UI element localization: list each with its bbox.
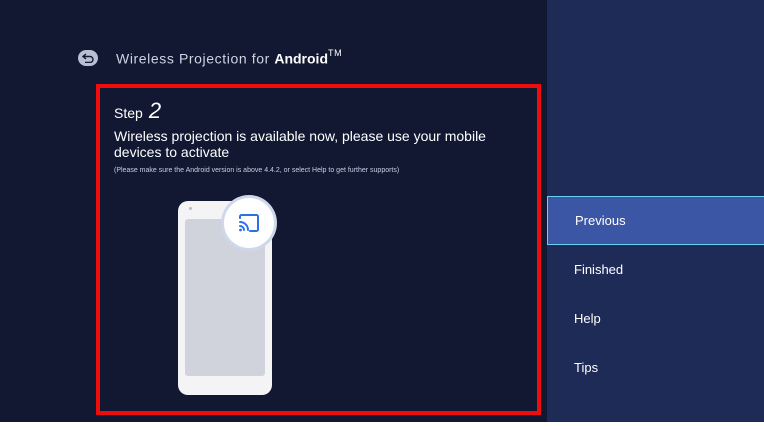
android-version-note: (Please make sure the Android version is… [114,167,400,174]
page-title-brand: Android [274,50,328,67]
menu-item-label: Help [574,311,601,326]
step-instruction: Wireless projection is available now, pl… [114,128,486,160]
page-header: Wireless Projection for AndroidTM [78,48,342,68]
menu-item-previous[interactable]: Previous [547,196,764,245]
content-panel: Wireless Projection for AndroidTM Step 2… [0,0,547,422]
menu-item-tips[interactable]: Tips [547,343,764,392]
menu-item-label: Tips [574,360,599,375]
side-menu: Previous Finished Help Tips [547,196,764,392]
projection-screen: Wireless Projection for AndroidTM Step 2… [0,0,764,422]
back-arrow-icon[interactable] [78,50,98,66]
menu-item-finished[interactable]: Finished [547,245,764,294]
page-title-prefix: Wireless Projection for [116,50,275,67]
step-highlight-box: Step 2 Wireless projection is available … [96,84,541,415]
menu-item-label: Previous [575,213,626,228]
step-number: 2 [148,98,162,123]
menu-item-label: Finished [574,262,624,277]
cast-badge [224,198,274,248]
phone-camera-dot [189,207,192,210]
trademark-mark: TM [328,47,343,58]
cast-icon [239,214,259,232]
page-title: Wireless Projection for AndroidTM [116,47,343,67]
step-label: Step [114,105,143,121]
step-heading: Step 2 [114,98,161,124]
menu-item-help[interactable]: Help [547,294,764,343]
